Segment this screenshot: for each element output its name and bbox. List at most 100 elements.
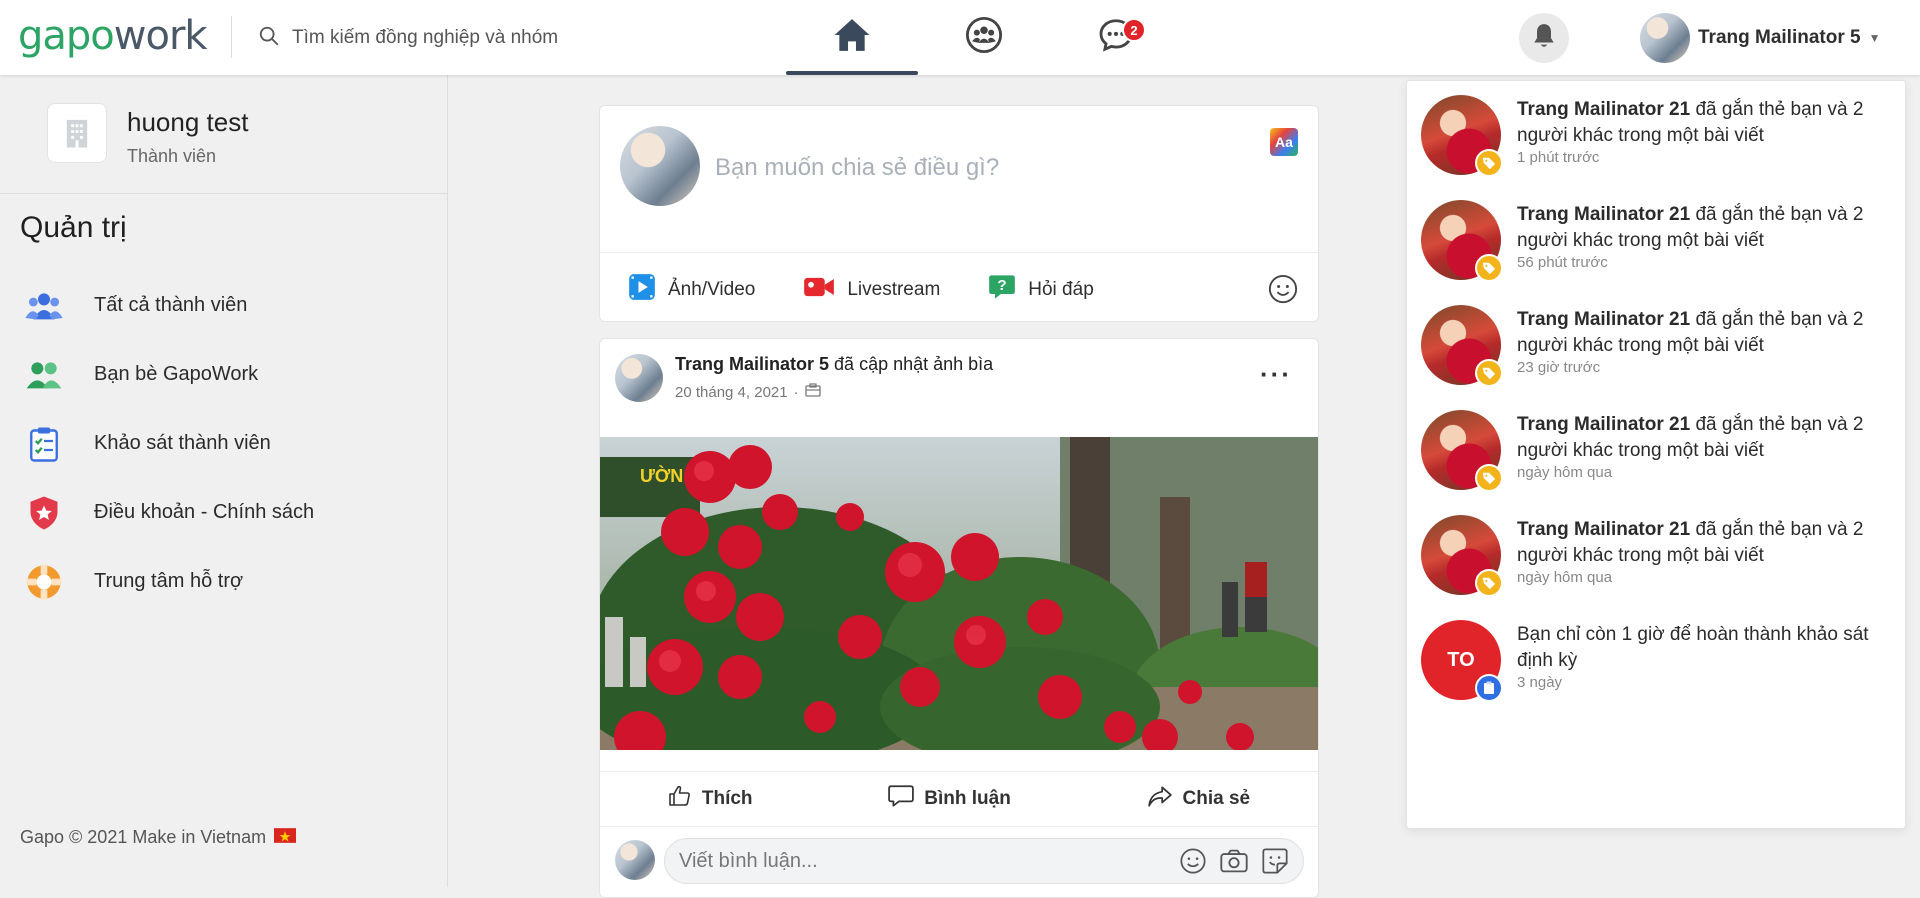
gapowork-logo[interactable]: gapowork xyxy=(18,12,208,60)
notification-text: Trang Mailinator 21 đã gắn thẻ bạn và 2 … xyxy=(1517,202,1901,254)
notification-actor: Trang Mailinator 21 xyxy=(1517,99,1691,120)
notifications-button[interactable] xyxy=(1519,13,1569,63)
video-camera-icon xyxy=(803,275,835,305)
photo-video-button[interactable]: Ảnh/Video xyxy=(628,273,755,307)
search-input[interactable] xyxy=(292,27,612,49)
notification-avatar xyxy=(1421,410,1503,492)
emoji-button[interactable] xyxy=(1268,274,1298,309)
chevron-down-icon: ▼ xyxy=(1868,31,1881,45)
notification-text: Trang Mailinator 21 đã gắn thẻ bạn và 2 … xyxy=(1517,412,1901,464)
comment-tools xyxy=(1179,847,1289,880)
admin-menu: Tất cả thành viên Bạn bè GapoWork Khảo s… xyxy=(24,271,314,616)
notification-time: ngày hôm qua xyxy=(1517,569,1613,586)
camera-icon[interactable] xyxy=(1219,847,1249,880)
top-bar: gapowork 2 Trang Mailinator 5 ▼ xyxy=(0,0,1920,75)
sidebar-item-label: Tất cả thành viên xyxy=(94,294,248,316)
sidebar-footer: Gapo © 2021 Make in Vietnam xyxy=(20,827,297,848)
notification-item[interactable]: Trang Mailinator 21 đã gắn thẻ bạn và 2 … xyxy=(1421,95,1901,177)
notification-text: Trang Mailinator 21 đã gắn thẻ bạn và 2 … xyxy=(1517,307,1901,359)
composer-divider xyxy=(600,252,1318,253)
sidebar-item-label: Khảo sát thành viên xyxy=(94,432,271,454)
notification-text: Bạn chỉ còn 1 giờ để hoàn thành khảo sát… xyxy=(1517,624,1869,671)
groups-icon xyxy=(965,16,1003,59)
notification-time: 56 phút trước xyxy=(1517,254,1608,271)
share-arrow-icon xyxy=(1147,784,1173,814)
nav-groups[interactable] xyxy=(918,0,1050,75)
commenter-avatar xyxy=(615,840,655,880)
notification-item[interactable]: Trang Mailinator 21 đã gắn thẻ bạn và 2 … xyxy=(1421,410,1901,492)
search-icon xyxy=(258,25,280,52)
post-date[interactable]: 20 tháng 4, 2021 xyxy=(675,384,788,401)
photo-video-label: Ảnh/Video xyxy=(668,279,756,300)
notification-actor: Trang Mailinator 21 xyxy=(1517,309,1691,330)
user-menu[interactable]: Trang Mailinator 5 ▼ xyxy=(1640,13,1880,63)
notification-text: Trang Mailinator 21 đã gắn thẻ bạn và 2 … xyxy=(1517,517,1901,569)
logo-text-work: work xyxy=(113,13,208,59)
org-role: Thành viên xyxy=(127,146,217,166)
sidebar-item-label: Bạn bè GapoWork xyxy=(94,363,259,385)
text-style-button[interactable]: Aa xyxy=(1270,128,1298,156)
lifebuoy-icon xyxy=(24,562,64,602)
like-button[interactable]: Thích xyxy=(668,784,753,814)
left-sidebar: huong test Thành viên Quản trị Tất cả th… xyxy=(0,75,448,887)
post-composer[interactable]: Bạn muốn chia sẻ điều gì? Aa Ảnh/Video L… xyxy=(599,105,1319,322)
photo-video-icon xyxy=(628,273,656,307)
composer-actions: Ảnh/Video Livestream ? Hỏi đáp xyxy=(628,273,1094,307)
comment-bubble-icon xyxy=(888,784,915,814)
notification-item[interactable]: Trang Mailinator 21 đã gắn thẻ bạn và 2 … xyxy=(1421,305,1901,387)
sidebar-item-help-center[interactable]: Trung tâm hỗ trợ xyxy=(24,547,314,616)
notification-item[interactable]: Trang Mailinator 21 đã gắn thẻ bạn và 2 … xyxy=(1421,515,1901,597)
notification-actor: Trang Mailinator 21 xyxy=(1517,414,1691,435)
nav-home[interactable] xyxy=(786,0,918,75)
share-button[interactable]: Chia sẻ xyxy=(1147,784,1250,814)
svg-text:ƯỜN: ƯỜN xyxy=(640,465,683,486)
post-cover-photo[interactable]: ƯỜN xyxy=(600,437,1318,750)
comment-box[interactable] xyxy=(664,838,1304,884)
smiley-icon xyxy=(1268,274,1298,308)
sidebar-item-label: Trung tâm hỗ trợ xyxy=(94,570,244,592)
notification-item[interactable]: TO Bạn chỉ còn 1 giờ để hoàn thành khảo … xyxy=(1421,620,1901,702)
qa-button[interactable]: ? Hỏi đáp xyxy=(988,273,1094,307)
notification-time: 23 giờ trước xyxy=(1517,359,1601,376)
sidebar-item-all-members[interactable]: Tất cả thành viên xyxy=(24,271,314,340)
comment-button[interactable]: Bình luận xyxy=(888,784,1011,814)
sticker-icon[interactable] xyxy=(1261,847,1289,880)
post-title: Trang Mailinator 5 đã cập nhật ảnh bìa xyxy=(675,354,993,375)
comment-label: Bình luận xyxy=(924,788,1011,809)
notification-avatar xyxy=(1421,200,1503,282)
sidebar-item-label: Điều khoản - Chính sách xyxy=(94,501,315,523)
tag-icon xyxy=(1475,464,1503,492)
post-action-text: đã cập nhật ảnh bìa xyxy=(834,354,994,374)
post-actions: Thích Bình luận Chia sẻ xyxy=(600,771,1318,827)
post-header: Trang Mailinator 5 đã cập nhật ảnh bìa 2… xyxy=(615,354,993,402)
notifications-dropdown: Trang Mailinator 21 đã gắn thẻ bạn và 2 … xyxy=(1406,80,1906,829)
search-bar[interactable] xyxy=(258,22,612,54)
organization-icon xyxy=(804,383,821,401)
tag-icon xyxy=(1475,359,1503,387)
tag-icon xyxy=(1475,149,1503,177)
sidebar-item-gapowork-friends[interactable]: Bạn bè GapoWork xyxy=(24,340,314,409)
more-options-icon[interactable]: ··· xyxy=(1260,359,1292,390)
emoji-icon[interactable] xyxy=(1179,847,1207,880)
feed-post: Trang Mailinator 5 đã cập nhật ảnh bìa 2… xyxy=(599,338,1319,898)
friends-icon xyxy=(24,355,64,395)
chat-unread-badge: 2 xyxy=(1122,18,1146,42)
post-author-avatar[interactable] xyxy=(615,354,663,402)
post-author-name[interactable]: Trang Mailinator 5 xyxy=(675,354,829,374)
nav-chat[interactable]: 2 xyxy=(1050,0,1182,75)
home-icon xyxy=(833,17,871,58)
composer-placeholder[interactable]: Bạn muốn chia sẻ điều gì? xyxy=(715,154,999,182)
sidebar-item-member-survey[interactable]: Khảo sát thành viên xyxy=(24,409,314,478)
livestream-button[interactable]: Livestream xyxy=(803,273,940,307)
sidebar-item-terms-policy[interactable]: Điều khoản - Chính sách xyxy=(24,478,314,547)
notification-actor: Trang Mailinator 21 xyxy=(1517,204,1691,225)
org-card[interactable]: huong test Thành viên xyxy=(47,103,248,167)
qa-label: Hỏi đáp xyxy=(1028,279,1094,300)
notification-item[interactable]: Trang Mailinator 21 đã gắn thẻ bạn và 2 … xyxy=(1421,200,1901,282)
notification-text: Trang Mailinator 21 đã gắn thẻ bạn và 2 … xyxy=(1517,97,1901,149)
comment-input[interactable] xyxy=(679,849,1149,873)
survey-badge-icon xyxy=(1475,674,1503,702)
notification-avatar xyxy=(1421,305,1503,387)
footer-text: Gapo © 2021 Make in Vietnam xyxy=(20,827,267,847)
logo-text-gapo: gapo xyxy=(18,13,115,59)
